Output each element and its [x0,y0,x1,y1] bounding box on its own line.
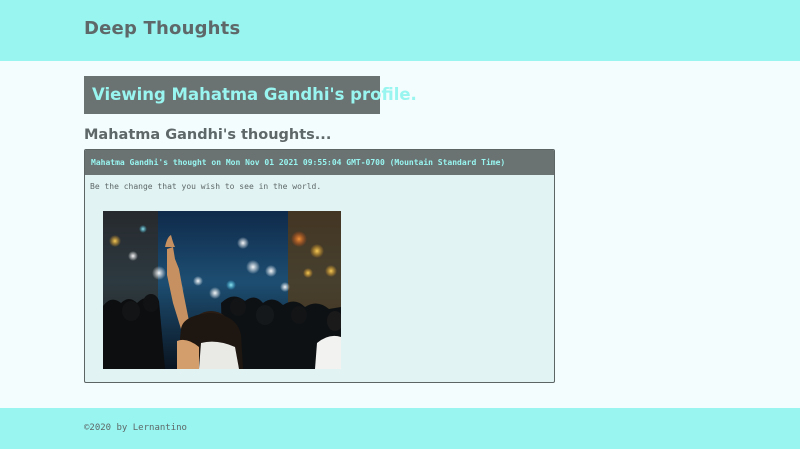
thought-image [103,211,341,369]
site-title-link[interactable]: Deep Thoughts [84,18,240,39]
profile-banner: Viewing Mahatma Gandhi's profile. [84,76,417,114]
thought-text: Be the change that you wish to see in th… [90,182,322,191]
site-header: Deep Thoughts [0,0,800,61]
thoughts-heading: Mahatma Gandhi's thoughts... [84,127,332,143]
thought-header: Mahatma Gandhi's thought on Mon Nov 01 2… [85,150,554,175]
copyright-text: ©2020 by Lernantino [84,423,187,433]
thought-card: Mahatma Gandhi's thought on Mon Nov 01 2… [84,149,555,383]
site-footer: ©2020 by Lernantino [0,408,800,449]
